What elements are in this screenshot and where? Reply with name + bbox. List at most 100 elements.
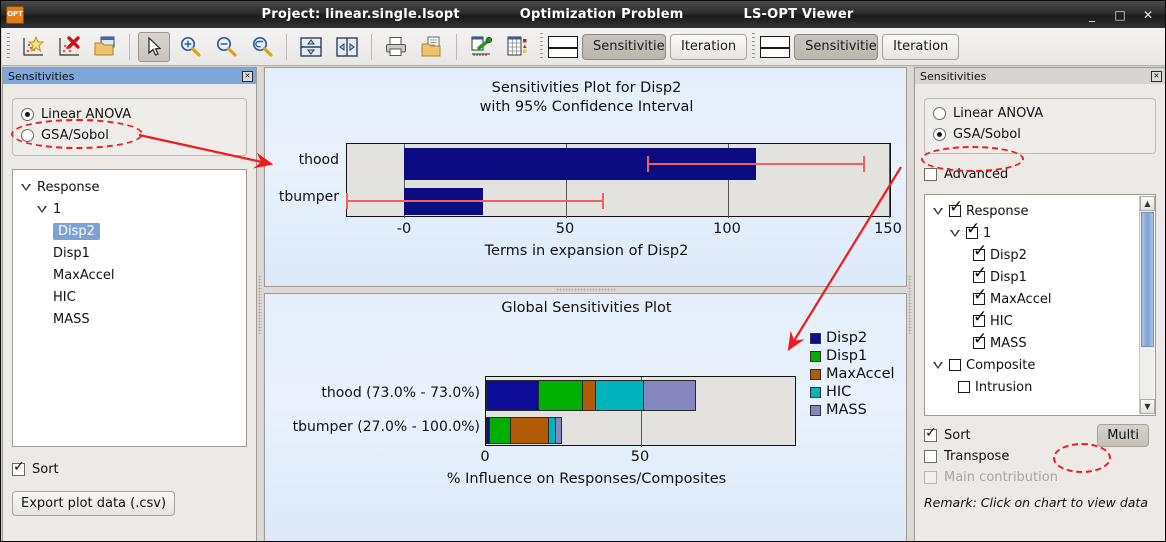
table-view-button[interactable] <box>501 32 533 62</box>
split-vertical-button[interactable] <box>331 32 363 62</box>
checkbox-icon-intrusion[interactable] <box>958 381 970 393</box>
minimize-button[interactable]: _ <box>1085 8 1099 22</box>
pointer-tool-button[interactable] <box>138 31 170 62</box>
legend-entry-maxaccel[interactable]: MaxAccel <box>810 365 895 383</box>
radio-button-icon-linear-anova[interactable] <box>21 108 34 121</box>
stack-seg-thood-disp1[interactable] <box>538 380 583 411</box>
list-item[interactable]: MASS <box>925 331 1155 354</box>
left-tree-leaf-disp1[interactable]: Disp1 <box>53 246 90 261</box>
stack-seg-thood-disp2[interactable] <box>486 380 539 411</box>
right-panel-close-icon[interactable]: ✕ <box>1151 70 1162 82</box>
plot-settings-button[interactable] <box>465 32 497 62</box>
chevron-down-icon-response[interactable] <box>21 183 32 191</box>
scroll-down-icon[interactable]: ▼ <box>1140 399 1155 414</box>
zoom-in-button[interactable] <box>174 32 206 62</box>
list-item[interactable]: Intrusion <box>925 376 1155 398</box>
right-splitter[interactable] <box>907 67 913 541</box>
list-item[interactable]: Disp2 <box>13 220 246 242</box>
list-item[interactable]: Disp2 <box>925 243 1155 266</box>
checkbox-icon-sort-right[interactable] <box>924 426 937 442</box>
tree-vertical-scrollbar[interactable]: ▲ ▼ <box>1139 196 1155 414</box>
legend-entry-hic[interactable]: HIC <box>810 383 895 401</box>
chevron-down-icon-iteration-1-right[interactable] <box>950 229 961 237</box>
left-sort-checkbox-row[interactable]: Sort <box>12 459 247 480</box>
right-tree-row-composite[interactable]: Composite <box>925 354 1155 376</box>
checkbox-icon-maxaccel[interactable] <box>973 287 987 305</box>
checkbox-icon-sort-left[interactable] <box>12 460 25 476</box>
save-as-button[interactable] <box>416 32 448 62</box>
left-tree-row-response[interactable]: Response <box>13 176 246 198</box>
left-response-tree[interactable]: Response 1 Disp2 Disp1 MaxAccel HIC MASS <box>12 169 247 447</box>
export-plot-data-button[interactable]: Export plot data (.csv) <box>12 491 176 516</box>
scroll-up-icon[interactable]: ▲ <box>1140 196 1155 211</box>
legend-entry-disp2[interactable]: Disp2 <box>810 329 895 347</box>
toolbar-grip-2[interactable] <box>539 32 544 61</box>
maximize-button[interactable]: □ <box>1113 8 1127 22</box>
stack-seg-thood-mass[interactable] <box>643 380 696 411</box>
right-response-tree[interactable]: Response 1 Disp2 Disp1 MaxAccel <box>924 194 1156 416</box>
zoom-reset-button[interactable] <box>246 32 278 62</box>
left-tree-leaf-mass[interactable]: MASS <box>53 312 90 327</box>
checkbox-icon-hic[interactable] <box>973 309 987 327</box>
checkbox-icon-disp2[interactable] <box>973 243 987 261</box>
radio-button-icon-linear-anova-right[interactable] <box>933 107 946 120</box>
stack-seg-thood-hic[interactable] <box>595 380 644 411</box>
left-tree-row-1[interactable]: 1 <box>13 198 246 220</box>
list-item[interactable]: Disp1 <box>925 265 1155 288</box>
add-plot-button[interactable] <box>17 32 49 62</box>
list-item[interactable]: HIC <box>925 309 1155 332</box>
list-item[interactable]: MASS <box>13 308 246 330</box>
multi-button[interactable]: Multi <box>1097 424 1149 447</box>
checkbox-icon-composite[interactable] <box>949 359 961 371</box>
stack-seg-tbumper-disp1[interactable] <box>489 417 511 444</box>
zoom-out-button[interactable] <box>210 32 242 62</box>
list-item[interactable]: HIC <box>13 286 246 308</box>
left-panel-close-icon[interactable]: ✕ <box>242 70 253 82</box>
right-radio-gsa-sobol[interactable]: GSA/Sobol <box>933 124 1147 145</box>
top-plot-axes[interactable] <box>346 143 891 218</box>
toolbar-grip[interactable] <box>6 32 11 61</box>
global-sensitivities-plot-pane[interactable]: Global Sensitivities Plot thood (73.0% -… <box>264 293 907 541</box>
open-plot-button[interactable] <box>89 32 121 62</box>
left-splitter[interactable] <box>257 67 263 541</box>
right-iteration-button[interactable]: Iteration <box>882 33 960 60</box>
checkbox-icon-advanced[interactable] <box>924 168 937 181</box>
bottom-plot-axes[interactable] <box>485 376 796 447</box>
chevron-down-icon-response-right[interactable] <box>933 207 944 215</box>
left-sensitivities-button[interactable]: Sensitivities <box>582 33 666 60</box>
stack-seg-tbumper-maxaccel[interactable] <box>510 417 549 444</box>
checkbox-icon-iteration-1[interactable] <box>966 221 980 239</box>
legend-entry-mass[interactable]: MASS <box>810 401 895 419</box>
sensitivities-plot-pane[interactable]: Sensitivities Plot for Disp2 with 95% Co… <box>264 67 907 287</box>
left-tree-leaf-disp2[interactable]: Disp2 <box>53 222 100 240</box>
left-tree-leaf-maxaccel[interactable]: MaxAccel <box>53 268 114 283</box>
chevron-down-icon-iteration-1[interactable] <box>37 205 48 213</box>
list-item[interactable]: MaxAccel <box>925 287 1155 310</box>
chevron-down-icon-composite[interactable] <box>933 361 944 369</box>
close-button[interactable]: ✕ <box>1141 8 1155 22</box>
legend-entry-disp1[interactable]: Disp1 <box>810 347 895 365</box>
checkbox-icon-mass[interactable] <box>973 331 987 349</box>
split-horizontal-button[interactable] <box>295 32 327 62</box>
list-item[interactable]: Disp1 <box>13 242 246 264</box>
scrollbar-thumb[interactable] <box>1141 212 1154 347</box>
right-sensitivities-button[interactable]: Sensitivities <box>794 33 879 60</box>
print-button[interactable] <box>380 32 412 62</box>
toolbar-grip-3[interactable] <box>751 32 757 61</box>
stack-seg-tbumper-mass[interactable] <box>555 417 562 444</box>
checkbox-icon-transpose[interactable] <box>924 450 937 463</box>
stack-seg-thood-maxaccel[interactable] <box>582 380 596 411</box>
radio-button-icon-gsa-sobol-right[interactable] <box>933 128 946 141</box>
right-sort-label: Sort <box>944 428 971 443</box>
delete-plot-button[interactable] <box>53 32 85 62</box>
transpose-checkbox-row[interactable]: Transpose <box>924 446 1156 467</box>
left-tree-leaf-hic[interactable]: HIC <box>53 290 76 305</box>
checkbox-icon-response[interactable] <box>949 199 963 217</box>
left-iteration-button[interactable]: Iteration <box>670 33 748 60</box>
right-radio-linear-anova[interactable]: Linear ANOVA <box>933 103 1147 124</box>
right-tree-row-1[interactable]: 1 <box>925 221 1155 244</box>
right-tree-row-response[interactable]: Response <box>925 199 1155 222</box>
bottom-plot-legend: Disp2 Disp1 MaxAccel HIC MASS <box>810 329 895 419</box>
list-item[interactable]: MaxAccel <box>13 264 246 286</box>
checkbox-icon-disp1[interactable] <box>973 265 987 283</box>
